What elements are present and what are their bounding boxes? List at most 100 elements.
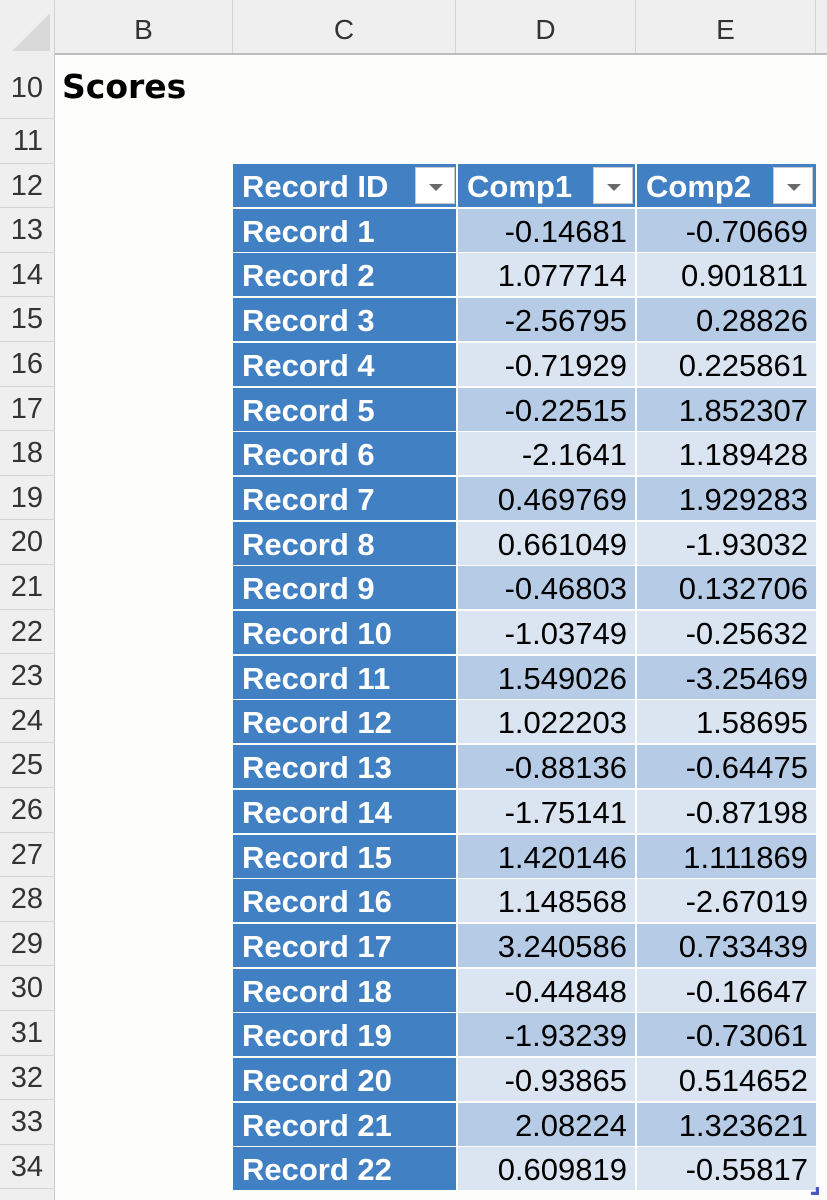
comp1-cell[interactable]: 3.240586 <box>458 923 635 967</box>
comp1-cell[interactable]: -1.75141 <box>458 789 635 833</box>
comp2-cell[interactable]: 1.852307 <box>637 387 816 431</box>
record-id-cell[interactable]: Record 22 <box>233 1147 456 1191</box>
row-header[interactable]: 19 <box>0 476 55 521</box>
comp1-cell[interactable]: -0.93865 <box>458 1058 635 1101</box>
comp1-cell[interactable]: 1.077714 <box>458 253 635 297</box>
comp2-cell[interactable]: -0.25632 <box>637 611 816 654</box>
comp2-cell[interactable]: 0.132706 <box>637 566 816 610</box>
comp1-cell[interactable]: 0.661049 <box>458 521 635 565</box>
row-header[interactable]: 31 <box>0 1011 55 1056</box>
record-id-cell[interactable]: Record 11 <box>233 655 456 699</box>
comp2-cell[interactable]: 1.111869 <box>637 834 816 878</box>
comp2-cell[interactable]: 0.514652 <box>637 1058 816 1101</box>
record-id-cell[interactable]: Record 16 <box>233 879 456 923</box>
comp1-cell[interactable]: -0.44848 <box>458 968 635 1012</box>
row-header[interactable]: 27 <box>0 833 55 878</box>
comp2-cell[interactable]: -0.64475 <box>637 745 816 789</box>
record-id-cell[interactable]: Record 15 <box>233 834 456 878</box>
row-header[interactable]: 18 <box>0 431 55 476</box>
row-header[interactable]: 12 <box>0 164 55 209</box>
comp2-cell[interactable]: -3.25469 <box>637 655 816 699</box>
comp1-cell[interactable]: -1.03749 <box>458 611 635 654</box>
comp1-cell[interactable]: -0.22515 <box>458 387 635 431</box>
comp2-cell[interactable]: 0.225861 <box>637 342 816 386</box>
row-header[interactable]: 32 <box>0 1056 55 1101</box>
comp1-cell[interactable]: -0.88136 <box>458 745 635 789</box>
comp1-cell[interactable]: 1.148568 <box>458 879 635 923</box>
comp2-cell[interactable]: -2.67019 <box>637 879 816 923</box>
comp1-cell[interactable]: 1.549026 <box>458 655 635 699</box>
record-id-cell[interactable]: Record 7 <box>233 476 456 520</box>
comp2-cell[interactable]: 1.58695 <box>637 700 816 744</box>
row-number: 21 <box>10 571 43 603</box>
comp2-cell[interactable]: 1.189428 <box>637 432 816 476</box>
column-header-e[interactable]: E <box>636 0 816 53</box>
record-id-cell[interactable]: Record 13 <box>233 745 456 789</box>
record-id-cell[interactable]: Record 6 <box>233 432 456 476</box>
comp2-cell[interactable]: -0.87198 <box>637 789 816 833</box>
record-id-cell[interactable]: Record 4 <box>233 342 456 386</box>
record-id-cell[interactable]: Record 10 <box>233 611 456 654</box>
comp1-cell[interactable]: -1.93239 <box>458 1013 635 1057</box>
comp2-cell[interactable]: 1.323621 <box>637 1102 816 1146</box>
record-id-cell[interactable]: Record 19 <box>233 1013 456 1057</box>
comp2-cell[interactable]: 0.28826 <box>637 298 816 342</box>
comp1-cell[interactable]: -0.14681 <box>458 208 635 252</box>
row-header[interactable]: 28 <box>0 877 55 922</box>
record-id-cell[interactable]: Record 2 <box>233 253 456 297</box>
record-id-cell[interactable]: Record 8 <box>233 521 456 565</box>
row-header[interactable]: 20 <box>0 520 55 565</box>
row-header[interactable]: 11 <box>0 119 55 164</box>
comp1-cell[interactable]: 0.469769 <box>458 476 635 520</box>
comp2-cell[interactable]: -1.93032 <box>637 521 816 565</box>
record-id-cell[interactable]: Record 12 <box>233 700 456 744</box>
comp1-cell[interactable]: 0.609819 <box>458 1147 635 1191</box>
row-header[interactable]: 16 <box>0 342 55 387</box>
row-header[interactable]: 10 <box>0 57 55 119</box>
row-header[interactable]: 33 <box>0 1100 55 1145</box>
comp1-cell[interactable]: -2.1641 <box>458 432 635 476</box>
row-header[interactable]: 30 <box>0 966 55 1011</box>
column-header-d[interactable]: D <box>456 0 636 53</box>
comp2-cell[interactable]: 0.733439 <box>637 923 816 967</box>
record-id-cell[interactable]: Record 9 <box>233 566 456 610</box>
row-header[interactable]: 26 <box>0 788 55 833</box>
record-id-cell[interactable]: Record 21 <box>233 1102 456 1146</box>
row-header[interactable]: 22 <box>0 610 55 655</box>
comp2-cell[interactable]: -0.55817 <box>637 1147 816 1191</box>
column-header-b[interactable]: B <box>55 0 233 53</box>
row-header[interactable]: 29 <box>0 922 55 967</box>
filter-dropdown-comp2[interactable] <box>773 167 813 204</box>
select-all-corner[interactable] <box>0 0 55 55</box>
filter-dropdown-comp1[interactable] <box>593 167 633 204</box>
row-header[interactable]: 21 <box>0 565 55 610</box>
record-id-cell[interactable]: Record 5 <box>233 387 456 431</box>
comp2-cell[interactable]: 0.901811 <box>637 253 816 297</box>
comp2-cell[interactable]: -0.70669 <box>637 208 816 252</box>
comp1-cell[interactable]: 2.08224 <box>458 1102 635 1146</box>
row-header[interactable]: 34 <box>0 1145 55 1190</box>
comp1-cell[interactable]: -0.71929 <box>458 342 635 386</box>
record-id-cell[interactable]: Record 20 <box>233 1058 456 1101</box>
record-id-cell[interactable]: Record 1 <box>233 208 456 252</box>
record-id-cell[interactable]: Record 18 <box>233 968 456 1012</box>
comp1-cell[interactable]: 1.022203 <box>458 700 635 744</box>
row-header[interactable]: 13 <box>0 208 55 253</box>
comp2-cell[interactable]: 1.929283 <box>637 476 816 520</box>
comp1-cell[interactable]: -2.56795 <box>458 298 635 342</box>
filter-dropdown-record-id[interactable] <box>415 167 455 204</box>
row-header[interactable]: 17 <box>0 387 55 432</box>
column-header-c[interactable]: C <box>233 0 456 53</box>
comp1-cell[interactable]: -0.46803 <box>458 566 635 610</box>
row-header[interactable]: 23 <box>0 654 55 699</box>
row-header[interactable]: 15 <box>0 297 55 342</box>
row-header[interactable]: 14 <box>0 253 55 298</box>
comp1-cell[interactable]: 1.420146 <box>458 834 635 878</box>
record-id-cell[interactable]: Record 14 <box>233 789 456 833</box>
record-id-cell[interactable]: Record 17 <box>233 923 456 967</box>
comp2-cell[interactable]: -0.16647 <box>637 968 816 1012</box>
comp2-cell[interactable]: -0.73061 <box>637 1013 816 1057</box>
record-id-cell[interactable]: Record 3 <box>233 298 456 342</box>
row-header[interactable]: 25 <box>0 743 55 788</box>
row-header[interactable]: 24 <box>0 699 55 744</box>
